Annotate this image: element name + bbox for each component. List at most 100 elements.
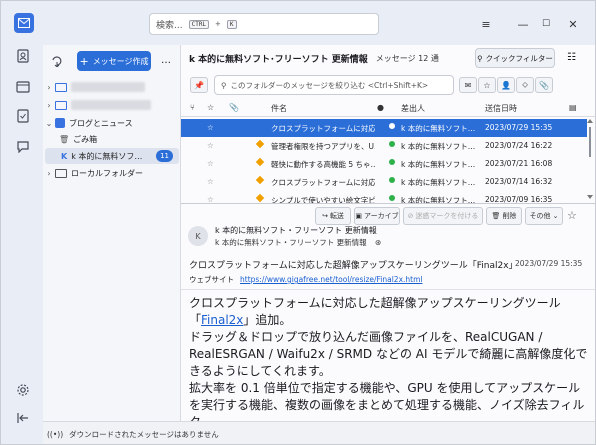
quick-filter-bar: 📌 ⚲ このフォルダーのメッセージを絞り込む <Ctrl+Shift+K> ✉ …	[181, 73, 595, 97]
final2x-link[interactable]: Final2x	[201, 313, 243, 327]
folder-trash[interactable]: 🗑 ごみ箱	[43, 131, 181, 147]
junk-label: 迷惑マークを付ける	[415, 212, 479, 220]
star-icon[interactable]: ☆	[207, 177, 214, 186]
read-status-dot[interactable]	[389, 177, 395, 183]
message-row[interactable]: ☆ クロスプラットフォームに対応した… k 本的に無料ソフト… 2023/07/…	[181, 173, 587, 191]
thread-pane-options-icon[interactable]: ☷	[567, 52, 576, 63]
tasks-icon[interactable]	[12, 105, 34, 127]
close-button[interactable]: ✕	[558, 13, 588, 35]
column-picker-icon[interactable]: ▤	[569, 103, 577, 112]
header-divider	[181, 289, 595, 290]
read-status-dot[interactable]	[389, 123, 395, 129]
new-message-label: メッセージ作成	[92, 56, 149, 66]
new-message-button[interactable]: + メッセージ作成	[77, 51, 151, 71]
message-area: k 本的に無料ソフト･フリーソフト 更新情報 メッセージ 12 通 ⚲ クイック…	[181, 45, 595, 429]
contact-filter-icon[interactable]: 👤	[497, 77, 515, 93]
message-row[interactable]: ☆ 軽快に動作する高機能 5 ちゃ… k 本的に無料ソフト… 2023/07/2…	[181, 155, 587, 173]
body-line-2: 「Final2x」追加。	[189, 312, 589, 329]
app-menu-button[interactable]: ≡	[471, 13, 501, 35]
delete-button[interactable]: 🗑 削除	[486, 207, 522, 225]
message-from[interactable]: k 本的に無料ソフト・フリーソフト 更新情報	[215, 225, 377, 236]
pane-splitter[interactable]	[181, 203, 595, 204]
global-search-input[interactable]: 検索... CTRL + K	[149, 13, 379, 35]
website-label: ウェブサイト	[189, 275, 234, 284]
read-column-icon[interactable]: ●	[377, 103, 384, 112]
forward-button[interactable]: ↪ 転送	[315, 207, 351, 225]
mail-account-icon	[55, 82, 67, 92]
chevron-right-icon: ›	[47, 82, 51, 92]
pin-icon[interactable]: 📌	[190, 77, 208, 93]
message-date: 2023/07/29 15:35	[485, 123, 553, 132]
status-bar: ((•)) ダウンロードされたメッセージはありません	[43, 421, 595, 444]
date-column-header[interactable]: 送信日時	[485, 103, 517, 114]
message-date: 2023/07/14 16:32	[485, 177, 553, 186]
folder-account-1[interactable]: ›	[43, 79, 181, 95]
folder-feed-selected[interactable]: K k 本的に無料ソフ… 11	[45, 148, 179, 164]
online-status-icon[interactable]: ((•))	[47, 430, 63, 439]
sender-column-header[interactable]: 差出人	[401, 103, 425, 114]
shortcut-key-k: K	[226, 19, 237, 29]
message-row[interactable]: ☆ クロスプラットフォームに対応した… k 本的に無料ソフト… 2023/07/…	[181, 119, 587, 137]
junk-button[interactable]: ⊘ 迷惑マークを付ける	[403, 207, 483, 225]
website-link[interactable]: https://www.gigafree.net/tool/resize/Fin…	[240, 275, 422, 284]
trash-icon: 🗑	[491, 212, 501, 220]
quick-filter-button[interactable]: ⚲ クイックフィルター	[475, 48, 555, 68]
chevron-right-icon: ›	[47, 168, 51, 178]
read-status-dot[interactable]	[389, 195, 395, 201]
folder-pane-menu-button[interactable]: …	[161, 55, 171, 66]
star-column-icon[interactable]: ☆	[207, 103, 214, 112]
starred-filter-icon[interactable]: ☆	[478, 77, 496, 93]
trash-icon: 🗑	[59, 134, 70, 144]
chevron-down-icon: ⌄	[552, 212, 559, 220]
read-status-dot[interactable]	[389, 141, 395, 147]
avatar: K	[188, 226, 208, 246]
account-name-redacted	[71, 100, 151, 110]
archive-label: アーカイブ	[364, 212, 399, 220]
message-subject: シンプルで使いやすい絵文字ピ…	[271, 196, 375, 203]
message-subject: クロスプラットフォームに対応した…	[271, 124, 375, 133]
attachment-column-icon[interactable]: 📎	[229, 103, 239, 112]
folder-pane: + メッセージ作成 … › › ⌄ ブログとニュース 🗑 ごみ箱 K k 本的に…	[43, 45, 181, 421]
message-subject: 管理者権限を持つアプリを、U…	[271, 142, 375, 151]
folder-local-folders[interactable]: › ローカルフォルダー	[43, 165, 181, 181]
maximize-button[interactable]: ☐	[531, 13, 561, 35]
get-messages-icon[interactable]	[51, 55, 63, 70]
message-row[interactable]: ☆ シンプルで使いやすい絵文字ピ… k 本的に無料ソフト… 2023/07/09…	[181, 191, 587, 203]
thread-column-icon[interactable]: ⑂	[190, 103, 195, 112]
mail-app-icon[interactable]	[14, 13, 34, 33]
message-body: クロスプラットフォームに対応した超解像アップスケーリングツール 「Final2x…	[189, 295, 589, 431]
unread-filter-icon[interactable]: ✉	[459, 77, 477, 93]
attachment-filter-icon[interactable]: 📎	[535, 77, 553, 93]
folder-rss-blogs[interactable]: ⌄ ブログとニュース	[43, 115, 181, 131]
tag-filter-icon[interactable]: ⬦	[516, 77, 534, 93]
unread-count-badge: 11	[156, 150, 173, 162]
filter-placeholder: このフォルダーのメッセージを絞り込む <Ctrl+Shift+K>	[230, 80, 429, 90]
collapse-spaces-icon[interactable]	[12, 407, 34, 429]
folder-label: k 本的に無料ソフ…	[71, 151, 143, 161]
message-date: 2023/07/21 16:08	[485, 159, 553, 168]
message-sender: k 本的に無料ソフト…	[401, 160, 476, 169]
filter-messages-input[interactable]: ⚲ このフォルダーのメッセージを絞り込む <Ctrl+Shift+K>	[214, 75, 454, 95]
message-to-text[interactable]: k 本的に無料ソフト・フリーソフト 更新情報	[215, 238, 367, 247]
other-actions-button[interactable]: その他 ⌄	[525, 207, 563, 225]
message-list-scrollbar[interactable]	[587, 117, 593, 201]
star-icon[interactable]: ☆	[207, 123, 214, 132]
message-to: k 本的に無料ソフト・フリーソフト 更新情報 ⊛	[215, 237, 381, 248]
message-row[interactable]: ☆ 管理者権限を持つアプリを、U… k 本的に無料ソフト… 2023/07/24…	[181, 137, 587, 155]
folder-account-2[interactable]: ›	[43, 97, 181, 113]
body-bracket-open: 「	[189, 313, 202, 327]
read-status-dot[interactable]	[389, 159, 395, 165]
subject-column-header[interactable]: 件名	[271, 103, 287, 114]
settings-gear-icon[interactable]	[12, 379, 34, 401]
star-icon[interactable]: ☆	[207, 141, 214, 150]
star-message-icon[interactable]: ☆	[567, 209, 577, 222]
chat-icon[interactable]	[12, 135, 34, 157]
message-subject-header: クロスプラットフォームに対応した超解像アップスケーリングツール「Final2x」	[189, 261, 518, 271]
search-placeholder: 検索...	[156, 20, 183, 31]
star-icon[interactable]: ☆	[207, 159, 214, 168]
archive-button[interactable]: ▣ アーカイブ	[354, 207, 400, 225]
star-icon[interactable]: ☆	[207, 195, 214, 203]
address-book-icon[interactable]	[12, 45, 34, 67]
shortcut-key-ctrl: CTRL	[188, 19, 210, 29]
calendar-icon[interactable]	[12, 75, 34, 97]
